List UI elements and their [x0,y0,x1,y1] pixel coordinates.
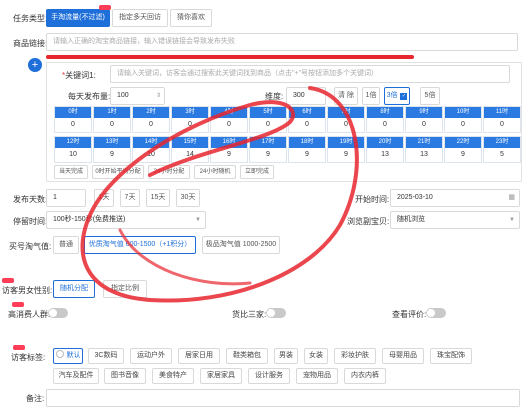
red-circle-annotation [80,86,359,303]
